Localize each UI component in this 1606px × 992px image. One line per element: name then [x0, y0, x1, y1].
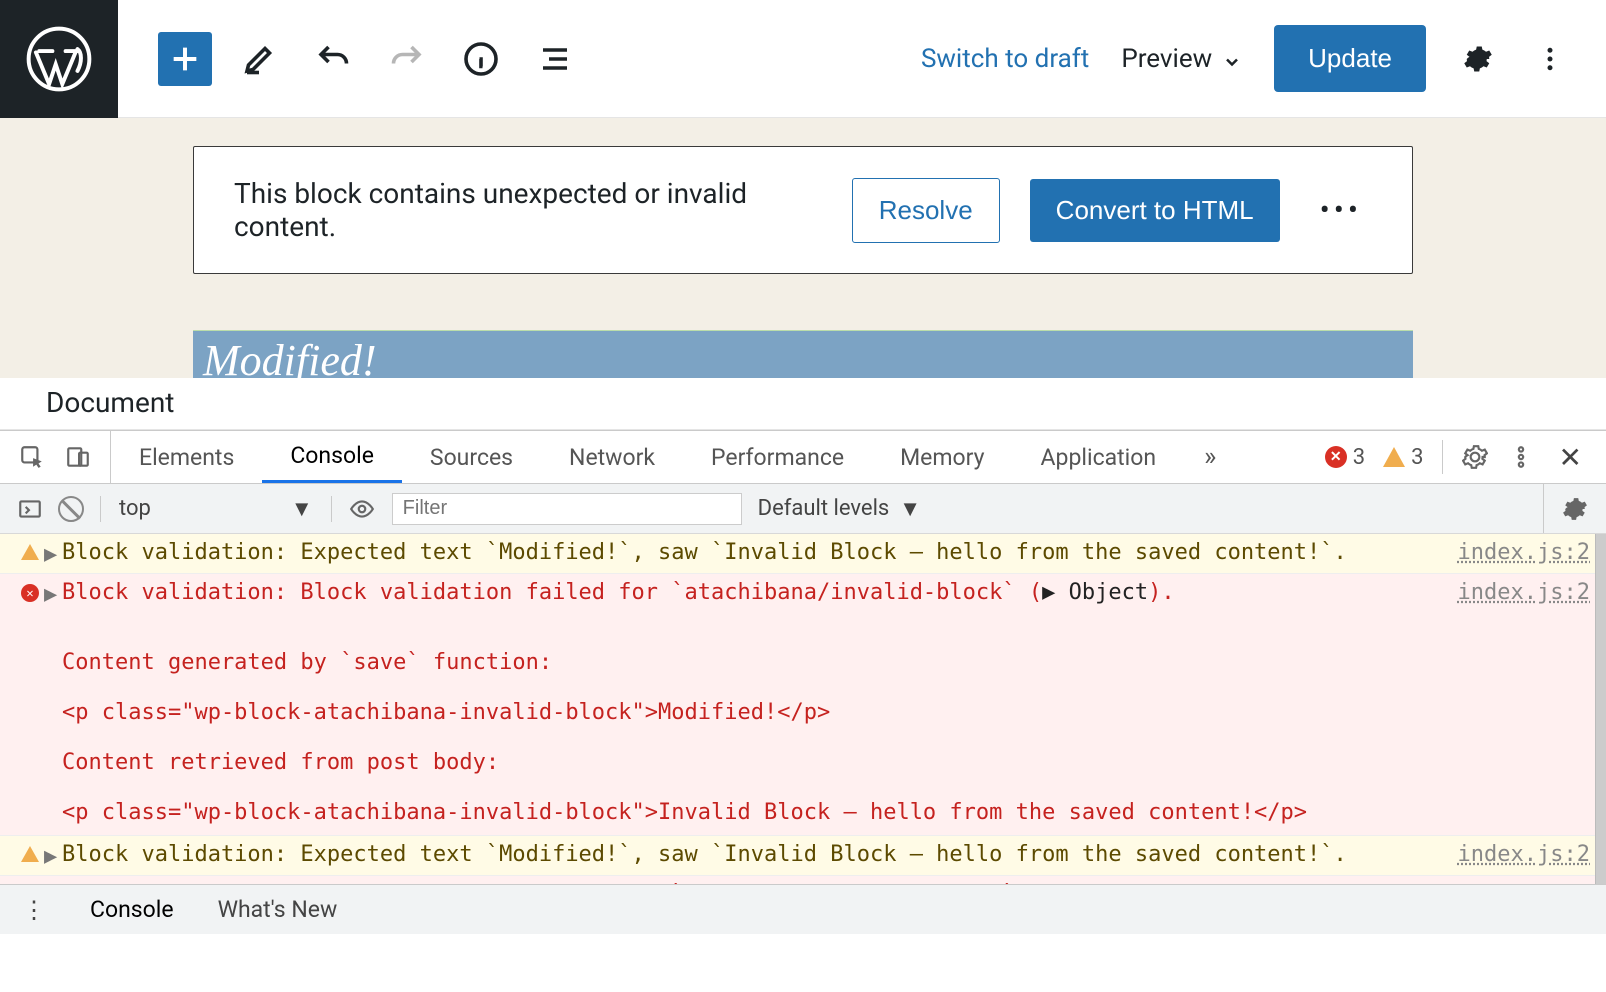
edit-tool-icon[interactable]	[232, 32, 286, 86]
inspect-element-icon[interactable]	[18, 443, 46, 471]
wordpress-logo[interactable]	[0, 0, 118, 118]
source-link[interactable]: index.js:2	[1430, 882, 1590, 884]
console-error-row[interactable]: ✕▶Block validation: Block validation fai…	[0, 876, 1606, 884]
switch-to-draft-link[interactable]: Switch to draft	[921, 44, 1089, 74]
source-link[interactable]: index.js:2	[1430, 580, 1590, 605]
block-warning-text: This block contains unexpected or invali…	[234, 177, 822, 243]
devtools-settings-icon[interactable]	[1461, 443, 1489, 471]
add-block-button[interactable]	[158, 32, 212, 86]
object-expander[interactable]: ▶ Object	[1042, 580, 1148, 605]
clear-console-icon[interactable]	[58, 496, 84, 522]
source-link[interactable]: index.js:2	[1430, 842, 1590, 867]
devtools-close-icon[interactable]: ✕	[1553, 441, 1588, 474]
expand-caret-icon[interactable]: ▶	[44, 580, 62, 607]
dropdown-caret-icon: ▼	[899, 496, 921, 522]
log-levels-label: Default levels	[758, 496, 890, 521]
redo-icon	[380, 32, 434, 86]
dropdown-caret-icon: ▼	[291, 496, 313, 522]
preview-label: Preview	[1121, 44, 1212, 74]
source-link[interactable]: index.js:2	[1430, 540, 1590, 565]
convert-to-html-button[interactable]: Convert to HTML	[1030, 179, 1280, 242]
log-levels-select[interactable]: Default levels ▼	[742, 496, 921, 522]
more-options-icon[interactable]	[1530, 39, 1570, 79]
tab-elements[interactable]: Elements	[111, 431, 262, 483]
console-message: Block validation: Block validation faile…	[62, 882, 1430, 884]
error-icon: ✕	[16, 882, 44, 884]
undo-icon[interactable]	[306, 32, 360, 86]
warning-icon	[16, 842, 44, 862]
console-sidebar-toggle-icon[interactable]	[16, 495, 44, 523]
chevron-down-icon	[1222, 49, 1242, 69]
tab-console[interactable]: Console	[262, 431, 402, 483]
drawer-tab-whatsnew[interactable]: What's New	[196, 896, 360, 923]
object-expander[interactable]: ▶ Object	[1042, 882, 1148, 884]
expand-caret-icon[interactable]: ▶	[44, 882, 62, 884]
error-count-badge[interactable]: ✕3	[1325, 445, 1365, 470]
tab-sources[interactable]: Sources	[402, 431, 541, 483]
console-message: Block validation: Expected text `Modifie…	[62, 842, 1430, 867]
drawer-tab-console[interactable]: Console	[68, 896, 196, 923]
update-button[interactable]: Update	[1274, 25, 1426, 92]
console-warning-row[interactable]: ▶Block validation: Expected text `Modifi…	[0, 534, 1606, 574]
tabs-overflow-icon[interactable]: »	[1184, 442, 1236, 472]
info-icon[interactable]	[454, 32, 508, 86]
outline-icon[interactable]	[528, 32, 582, 86]
block-more-options-icon[interactable]: •••	[1310, 193, 1372, 228]
warning-count: 3	[1411, 445, 1423, 470]
warning-icon	[16, 540, 44, 560]
expand-caret-icon[interactable]: ▶	[44, 842, 62, 869]
warning-count-badge[interactable]: 3	[1383, 445, 1423, 470]
console-error-row[interactable]: ✕▶Block validation: Block validation fai…	[0, 574, 1606, 836]
console-settings-icon[interactable]	[1543, 484, 1606, 533]
resolve-button[interactable]: Resolve	[852, 178, 1000, 243]
preview-button[interactable]: Preview	[1121, 44, 1242, 74]
drawer-kebab-icon[interactable]: ⋮	[0, 896, 68, 924]
execution-context-select[interactable]: top ▼	[100, 496, 332, 522]
tab-memory[interactable]: Memory	[872, 431, 1012, 483]
devtools-kebab-icon[interactable]	[1507, 443, 1535, 471]
tab-application[interactable]: Application	[1013, 431, 1185, 483]
live-expression-icon[interactable]	[348, 495, 376, 523]
settings-gear-icon[interactable]	[1458, 39, 1498, 79]
error-icon: ✕	[16, 580, 44, 602]
console-message: Block validation: Block validation faile…	[62, 580, 1430, 829]
console-filter-input[interactable]	[392, 493, 742, 525]
execution-context-label: top	[119, 496, 151, 521]
expand-caret-icon[interactable]: ▶	[44, 540, 62, 567]
error-count: 3	[1353, 445, 1365, 470]
block-invalid-warning: This block contains unexpected or invali…	[193, 146, 1413, 274]
console-message: Block validation: Expected text `Modifie…	[62, 540, 1430, 565]
tab-performance[interactable]: Performance	[683, 431, 872, 483]
tab-network[interactable]: Network	[541, 431, 683, 483]
device-toggle-icon[interactable]	[64, 443, 92, 471]
console-warning-row[interactable]: ▶Block validation: Expected text `Modifi…	[0, 836, 1606, 876]
